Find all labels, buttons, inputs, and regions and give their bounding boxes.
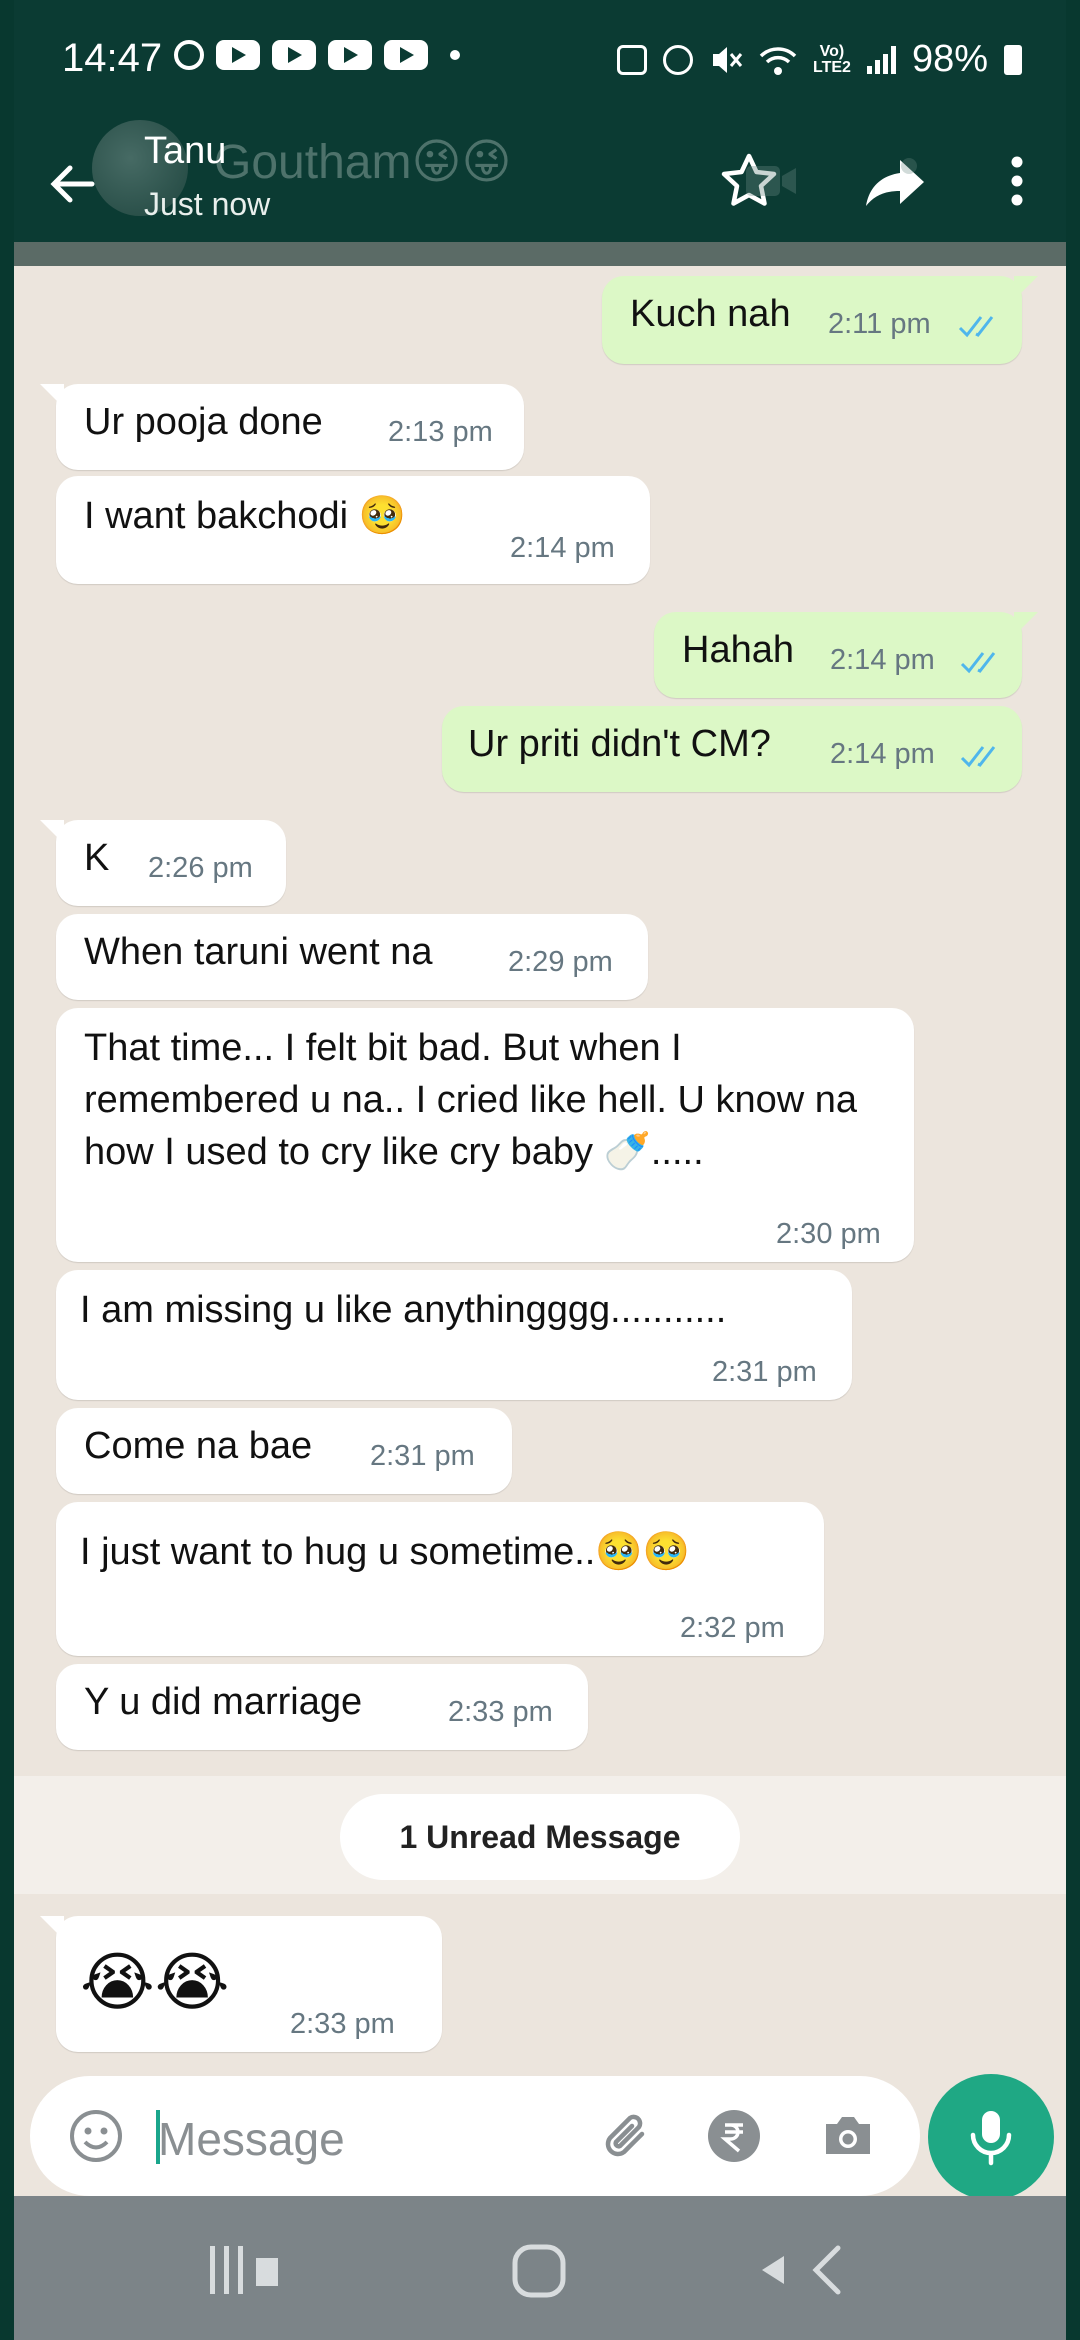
payment-rupee-icon[interactable] (706, 2108, 762, 2164)
chat-header: Goutham😜😜 Tanu Just now (14, 120, 1066, 242)
voice-message-button[interactable] (928, 2074, 1054, 2200)
message-time: 2:13 pm (388, 416, 493, 448)
message-text: That time... I felt bit bad. But when I … (84, 1027, 858, 1173)
wifi-icon (759, 46, 797, 75)
read-receipt-icon (960, 746, 996, 768)
incoming-message[interactable]: Come na bae 2:31 pm (56, 1408, 512, 1494)
mute-icon (713, 46, 743, 73)
more-notifications-dot-icon (450, 50, 460, 60)
whatsapp-notification-icon (174, 40, 204, 70)
incoming-message[interactable]: I want bakchodi 🥹 2:14 pm (56, 476, 650, 584)
message-time: 2:31 pm (370, 1440, 475, 1472)
message-text: I just want to hug u sometime..🥹🥹 (80, 1531, 690, 1573)
battery-percent: 98% (911, 38, 988, 80)
message-time: 2:14 pm (510, 532, 615, 564)
youtube-notification-icon (328, 40, 372, 70)
message-text: I am missing u like anythingggg.........… (80, 1289, 727, 1331)
message-time: 2:32 pm (680, 1612, 785, 1644)
incoming-message[interactable]: I just want to hug u sometime..🥹🥹 2:32 p… (56, 1502, 824, 1656)
incoming-message[interactable]: 😭😭 2:33 pm (40, 1916, 442, 2052)
outgoing-message[interactable]: Hahah 2:14 pm (654, 612, 1038, 698)
more-options-icon[interactable] (992, 146, 1042, 216)
message-placeholder: Message (158, 2113, 345, 2165)
volte-bottom-label: LTE2 (813, 58, 851, 76)
incoming-message[interactable]: That time... I felt bit bad. But when I … (56, 1008, 914, 1262)
incoming-message[interactable]: K 2:26 pm (40, 820, 286, 906)
back-nav-icon[interactable] (758, 2242, 868, 2298)
message-time: 2:30 pm (776, 1218, 881, 1250)
volte-indicator: Vo) LTE2 (813, 42, 851, 76)
message-time: 2:14 pm (830, 738, 935, 770)
battery-saver-icon (617, 44, 647, 75)
previous-contact-name-text: Goutham (214, 136, 412, 189)
previous-contact-name: Goutham😜😜 (214, 134, 512, 190)
last-seen-status: Just now (144, 186, 271, 222)
youtube-notification-icon (216, 40, 260, 70)
attach-icon[interactable] (596, 2104, 660, 2168)
notification-icons (174, 40, 460, 70)
bubble-tail (40, 384, 64, 408)
message-time: 2:29 pm (508, 946, 613, 978)
read-receipt-icon (960, 652, 996, 674)
status-time: 14:47 (62, 36, 163, 80)
unread-messages-badge: 1 Unread Message (340, 1794, 740, 1880)
outgoing-message[interactable]: Ur priti didn't CM? 2:14 pm (442, 706, 1022, 792)
header-shadow (14, 242, 1066, 266)
youtube-notification-icon (384, 40, 428, 70)
previous-contact-emojis: 😜😜 (411, 136, 512, 189)
home-icon[interactable] (510, 2242, 570, 2302)
message-time: 2:14 pm (830, 644, 935, 676)
camera-icon[interactable] (818, 2106, 878, 2166)
alarm-icon (663, 44, 693, 75)
voice-call-icon (901, 158, 917, 174)
bubble-tail (40, 1916, 64, 1940)
message-time: 2:26 pm (148, 852, 253, 884)
compose-bar: Message (14, 2074, 1066, 2206)
incoming-message[interactable]: When taruni went na 2:29 pm (56, 914, 648, 1000)
outgoing-message[interactable]: Kuch nah 2:11 pm (602, 276, 1038, 364)
incoming-message[interactable]: I am missing u like anythingggg.........… (56, 1270, 852, 1400)
signal-icon (866, 45, 896, 74)
incoming-message[interactable]: Ur pooja done 2:13 pm (40, 384, 524, 470)
volte-top-label: Vo) (819, 42, 845, 60)
emoji-icon[interactable] (66, 2106, 126, 2166)
video-call-icon (746, 166, 796, 196)
status-bar: 14:47 Vo) LTE2 98% (14, 0, 1066, 120)
battery-icon (1004, 44, 1022, 75)
bubble-tail (1014, 276, 1038, 300)
system-status-icons: Vo) LTE2 98% (617, 38, 1022, 81)
message-time: 2:33 pm (290, 2008, 395, 2040)
message-time: 2:11 pm (828, 308, 931, 340)
recent-apps-icon[interactable] (210, 2242, 280, 2298)
youtube-notification-icon (272, 40, 316, 70)
message-time: 2:31 pm (712, 1356, 817, 1388)
whatsapp-chat-screen: 14:47 Vo) LTE2 98% Goutham😜� (14, 0, 1066, 2340)
message-text: Kuch nah (630, 293, 791, 335)
bubble-tail (1014, 612, 1038, 636)
read-receipt-icon (958, 316, 994, 338)
message-input[interactable]: Message (30, 2076, 920, 2196)
system-navigation-bar (14, 2196, 1066, 2340)
bubble-tail (40, 820, 64, 844)
message-list[interactable]: Kuch nah 2:11 pm Ur pooja done 2:13 pm I… (14, 266, 1066, 2196)
contact-name[interactable]: Tanu (144, 130, 226, 173)
incoming-message[interactable]: Y u did marriage 2:33 pm (56, 1664, 588, 1750)
microphone-icon (970, 2111, 1012, 2166)
message-time: 2:33 pm (448, 1696, 553, 1728)
